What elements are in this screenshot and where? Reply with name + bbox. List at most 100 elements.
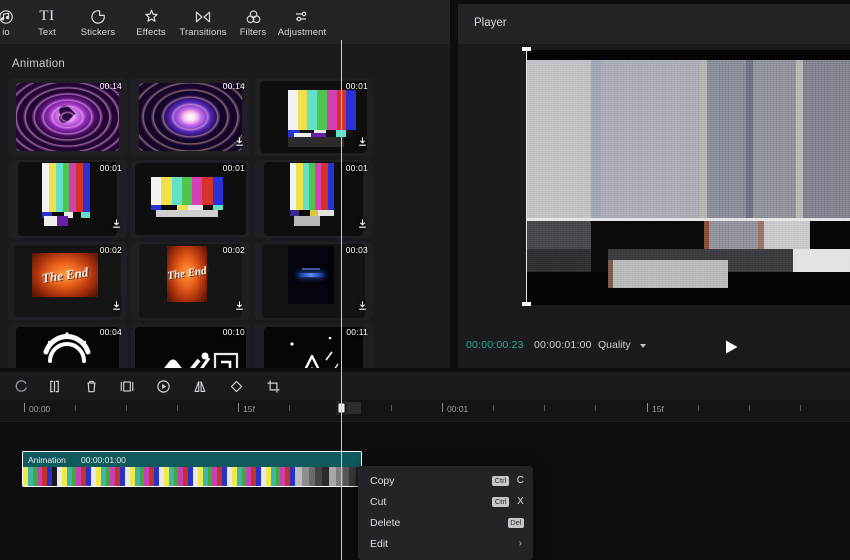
adjustment-icon [293, 7, 311, 25]
media-item[interactable]: 00:14 [8, 78, 127, 156]
clip-header: Animation 00:00:01:00 [23, 452, 361, 467]
tab-transitions-label: Transitions [179, 26, 227, 38]
menu-item-cut-label: Cut [370, 495, 387, 508]
download-icon[interactable] [357, 298, 368, 316]
tab-filters-label: Filters [239, 26, 267, 38]
play-icon [725, 340, 737, 354]
media-duration: 00:02 [99, 245, 122, 255]
media-item[interactable]: The End 00:02 [131, 242, 250, 320]
media-item[interactable]: The End 00:02 [8, 242, 127, 320]
media-grid: 00:14 00:14 00:01 00:01 00:01 00:01 The … [8, 78, 450, 370]
chevron-right-icon: › [518, 538, 522, 549]
crop-icon[interactable] [262, 376, 284, 396]
tab-text[interactable]: TI Text [26, 0, 68, 44]
current-time: 00:00:00:23 [466, 339, 524, 351]
quality-selector[interactable]: Quality [598, 339, 631, 351]
media-duration: 00:10 [222, 327, 245, 337]
selection-handle-bottom[interactable] [522, 302, 531, 306]
total-time: 00:00:01:00 [534, 339, 592, 351]
clip-name: Animation [28, 454, 66, 465]
delete-icon[interactable] [80, 376, 102, 396]
ruler-label: 00:00 [29, 404, 51, 414]
menu-item-cut-shortcut: Ctrl X [492, 496, 524, 507]
media-duration: 00:04 [99, 327, 122, 337]
playhead-shadow [347, 402, 361, 414]
media-item[interactable]: 00:11 [254, 324, 373, 370]
filters-icon [245, 7, 262, 25]
media-item[interactable]: 00:10 [131, 324, 250, 370]
download-icon[interactable] [357, 134, 368, 152]
video-editor-window: io TI Text Stickers Effects Transitions … [0, 0, 850, 560]
tab-effects[interactable]: Effects [128, 0, 174, 44]
speed-icon[interactable] [152, 376, 174, 396]
freeze-frame-icon[interactable] [116, 376, 138, 396]
menu-item-copy-label: Copy [370, 474, 395, 487]
media-text: The End [40, 264, 90, 286]
video-preview[interactable] [527, 50, 850, 305]
download-icon[interactable] [111, 298, 122, 316]
key-char: X [517, 496, 524, 507]
timeline-clip[interactable]: Animation 00:00:01:00 [22, 451, 362, 487]
audio-icon [0, 7, 14, 25]
media-duration: 00:01 [222, 163, 245, 173]
track-header-gutter [0, 424, 14, 560]
mirror-icon[interactable] [189, 376, 211, 396]
tab-transitions[interactable]: Transitions [172, 0, 234, 44]
library-content: Animation 00:14 00:14 00:01 00:01 00:01 … [0, 44, 450, 370]
media-item[interactable]: 00:01 [131, 160, 250, 238]
sticker-icon [90, 7, 106, 25]
playhead-line [341, 40, 342, 560]
media-duration: 00:02 [222, 245, 245, 255]
menu-item-edit-label: Edit [370, 537, 389, 550]
media-duration: 00:01 [99, 163, 122, 173]
download-icon[interactable] [111, 216, 122, 234]
chevron-down-icon[interactable] [640, 344, 646, 348]
clip-filmstrip [23, 467, 361, 486]
rotate-icon[interactable] [225, 376, 247, 396]
selection-handle-top[interactable] [522, 47, 531, 51]
media-item[interactable]: 00:04 [8, 324, 127, 370]
tab-adjustment-label: Adjustment [277, 26, 327, 38]
timeline-ruler[interactable]: 00:00 15f 00:01 15f [0, 400, 850, 422]
menu-item-copy[interactable]: Copy Ctrl C [358, 470, 533, 491]
transitions-icon [194, 7, 212, 25]
download-icon[interactable] [357, 216, 368, 234]
menu-item-delete-label: Delete [370, 516, 401, 529]
player-stage [458, 44, 850, 326]
undo-icon[interactable] [10, 376, 32, 396]
key-badge-ctrl: Ctrl [492, 475, 509, 486]
selection-border-left [526, 50, 527, 305]
tab-stickers[interactable]: Stickers [72, 0, 124, 44]
text-icon: TI [39, 7, 55, 24]
play-button[interactable] [721, 337, 741, 357]
key-char: C [516, 475, 524, 486]
player-header: Player [458, 4, 850, 44]
media-item[interactable]: 00:14 [131, 78, 250, 156]
menu-item-copy-shortcut: Ctrl C [492, 475, 524, 486]
download-icon[interactable] [234, 134, 245, 152]
tab-text-label: Text [38, 26, 56, 38]
media-item[interactable]: 00:01 [254, 160, 373, 238]
player-title: Player [474, 17, 507, 29]
menu-item-delete[interactable]: Delete Del [358, 512, 533, 533]
menu-item-edit[interactable]: Edit › [358, 533, 533, 554]
menu-item-delete-shortcut: Del [507, 517, 524, 528]
tab-effects-label: Effects [136, 26, 166, 38]
library-tab-bar: io TI Text Stickers Effects Transitions … [0, 0, 450, 44]
ruler-label: 00:01 [447, 404, 469, 414]
timeline-toolbar [0, 372, 850, 400]
media-text: The End [166, 264, 208, 283]
ruler-label: 15f [652, 404, 664, 414]
media-duration: 00:14 [99, 81, 122, 91]
split-icon[interactable] [43, 376, 65, 396]
menu-item-cut[interactable]: Cut Ctrl X [358, 491, 533, 512]
media-item[interactable]: 00:01 [254, 78, 373, 156]
download-icon[interactable] [234, 298, 245, 316]
media-library-panel: io TI Text Stickers Effects Transitions … [0, 0, 450, 370]
panel-divider[interactable] [450, 0, 458, 370]
context-menu: Copy Ctrl C Cut Ctrl X Delete Del Edit › [358, 466, 533, 560]
tab-adjustment[interactable]: Adjustment [268, 0, 336, 44]
media-item[interactable]: 00:03 [254, 242, 373, 320]
tab-audio[interactable]: io [0, 0, 26, 44]
media-item[interactable]: 00:01 [8, 160, 127, 238]
